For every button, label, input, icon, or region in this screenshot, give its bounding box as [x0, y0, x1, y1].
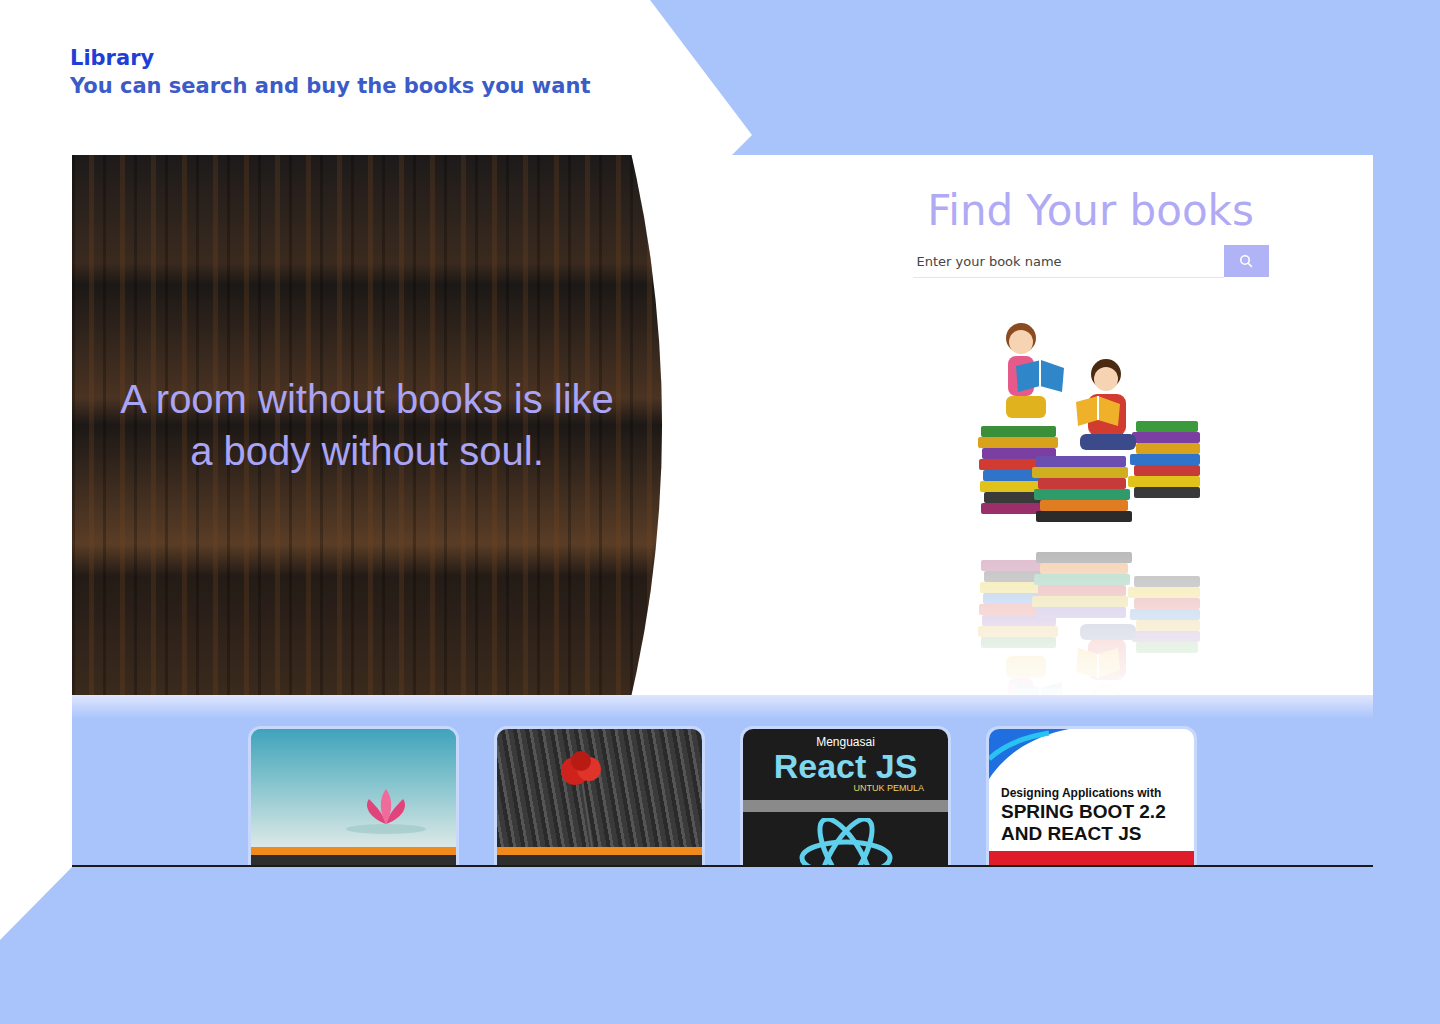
- swoosh-icon: [989, 729, 1069, 779]
- cover-band: [497, 847, 702, 855]
- book-card[interactable]: [497, 729, 702, 867]
- book-strip: MenguasaiReact JSUNTUK PEMULA Designing A…: [72, 695, 1373, 867]
- cover-line: SPRING BOOT 2.2: [1001, 801, 1186, 823]
- girl-figure: [1006, 323, 1064, 418]
- header-title: Library: [70, 44, 1370, 72]
- boy-figure: [1076, 359, 1136, 450]
- right-book-stack: [1128, 421, 1200, 498]
- cover-line: Designing Applications with: [1001, 785, 1186, 801]
- search-bar: [913, 245, 1269, 278]
- website-preview: A room without books is like a body with…: [72, 155, 1373, 867]
- poppy-icon: [497, 729, 702, 847]
- right-book-stack: [1128, 576, 1200, 653]
- search-title: Find Your books: [927, 185, 1254, 237]
- search-icon: [1239, 254, 1253, 268]
- cover-title: React JS: [743, 749, 948, 783]
- cover-band: [251, 847, 456, 855]
- search-input[interactable]: [913, 245, 1224, 278]
- cover-line: AND REACT JS: [1001, 823, 1186, 845]
- kids-reading-illustration: [976, 316, 1206, 536]
- boy-figure: [1076, 624, 1136, 695]
- search-button[interactable]: [1224, 245, 1269, 277]
- book-card[interactable]: MenguasaiReact JSUNTUK PEMULA: [743, 729, 948, 867]
- search-panel: Find Your books: [662, 155, 1373, 695]
- header-subtitle: You can search and buy the books you wan…: [70, 72, 1370, 100]
- lotus-icon: [251, 729, 456, 847]
- illustration-reflection: [976, 538, 1206, 695]
- middle-book-stack: [1032, 552, 1132, 618]
- react-atom-icon: [791, 818, 901, 867]
- header: LibraryYou can search and buy the books …: [0, 0, 1440, 155]
- cover-subtitle: UNTUK PEMULA: [743, 783, 948, 794]
- cover-overline: Menguasai: [743, 735, 948, 749]
- cover-text: Designing Applications withSPRING BOOT 2…: [989, 779, 1194, 845]
- hero: A room without books is like a body with…: [72, 155, 1373, 695]
- girl-figure: [1006, 656, 1064, 695]
- cover-band: [989, 851, 1194, 865]
- book-card[interactable]: Designing Applications withSPRING BOOT 2…: [989, 729, 1194, 867]
- page: LibraryYou can search and buy the books …: [0, 0, 1440, 1024]
- cover-band: [743, 800, 948, 812]
- bookshelf-photo: A room without books is like a body with…: [72, 155, 662, 695]
- book-card[interactable]: [251, 729, 456, 867]
- hero-quote: A room without books is like a body with…: [110, 373, 625, 477]
- middle-book-stack: [1032, 456, 1132, 522]
